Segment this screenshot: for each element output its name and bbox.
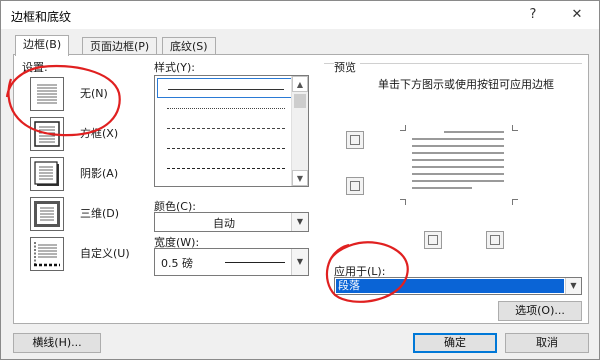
annotation-circle-apply <box>325 241 409 303</box>
scroll-thumb[interactable] <box>294 94 306 108</box>
width-value: 0.5 磅 <box>161 257 193 270</box>
preview-label: 预览 <box>334 59 360 75</box>
dialog-title: 边框和底纹 <box>11 10 72 24</box>
style-option-dotted[interactable] <box>157 118 293 138</box>
top-border-button[interactable] <box>346 131 364 149</box>
annotation-circle-settings <box>5 64 121 137</box>
left-border-button[interactable] <box>424 231 442 249</box>
borders-shading-dialog: 边框和底纹 ? ✕ 边框(B) 页面边框(P) 底纹(S) 设置: 无(N) 方… <box>0 0 600 360</box>
setting-shadow-label[interactable]: 阴影(A) <box>80 165 118 181</box>
color-select[interactable]: 自动 ▼ <box>154 212 309 232</box>
style-scrollbar[interactable]: ▲ ▼ <box>291 76 308 186</box>
horizontal-line-button[interactable]: 横线(H)... <box>13 333 101 353</box>
width-select[interactable]: 0.5 磅 ▼ <box>154 248 309 276</box>
style-option-solid[interactable] <box>157 78 293 98</box>
tab-borders[interactable]: 边框(B) <box>15 35 70 56</box>
preview-hint: 单击下方图示或使用按钮可应用边框 <box>378 78 554 91</box>
cancel-button[interactable]: 取消 <box>505 333 589 353</box>
help-button[interactable]: ? <box>513 1 553 29</box>
border-shadow-icon[interactable] <box>30 157 64 191</box>
setting-custom-label[interactable]: 自定义(U) <box>80 245 130 261</box>
style-option-dashed[interactable] <box>157 158 293 178</box>
right-border-button[interactable] <box>486 231 504 249</box>
style-option-dotted-fine[interactable] <box>157 98 293 118</box>
tab-shading[interactable]: 底纹(S) <box>162 37 216 55</box>
chevron-down-icon[interactable]: ▼ <box>291 249 308 275</box>
style-option-dash-dot[interactable] <box>157 138 293 158</box>
preview-page[interactable] <box>400 125 518 205</box>
width-line-sample <box>225 262 285 263</box>
setting-3d-label[interactable]: 三维(D) <box>80 205 119 221</box>
title-bar: 边框和底纹 ? ✕ <box>1 1 599 29</box>
chevron-down-icon[interactable]: ▼ <box>291 213 308 231</box>
ok-button[interactable]: 确定 <box>413 333 497 353</box>
scroll-down-icon[interactable]: ▼ <box>292 170 308 186</box>
inner-border-button[interactable] <box>346 177 364 195</box>
border-3d-icon[interactable] <box>30 197 64 231</box>
style-listbox[interactable]: ▲ ▼ <box>154 75 309 187</box>
color-value: 自动 <box>213 217 235 230</box>
options-button[interactable]: 选项(O)... <box>498 301 582 321</box>
style-label: 样式(Y): <box>154 61 196 74</box>
chevron-down-icon[interactable]: ▼ <box>565 278 581 294</box>
close-button[interactable]: ✕ <box>557 1 597 29</box>
scroll-up-icon[interactable]: ▲ <box>292 76 308 92</box>
border-custom-icon[interactable] <box>30 237 64 271</box>
